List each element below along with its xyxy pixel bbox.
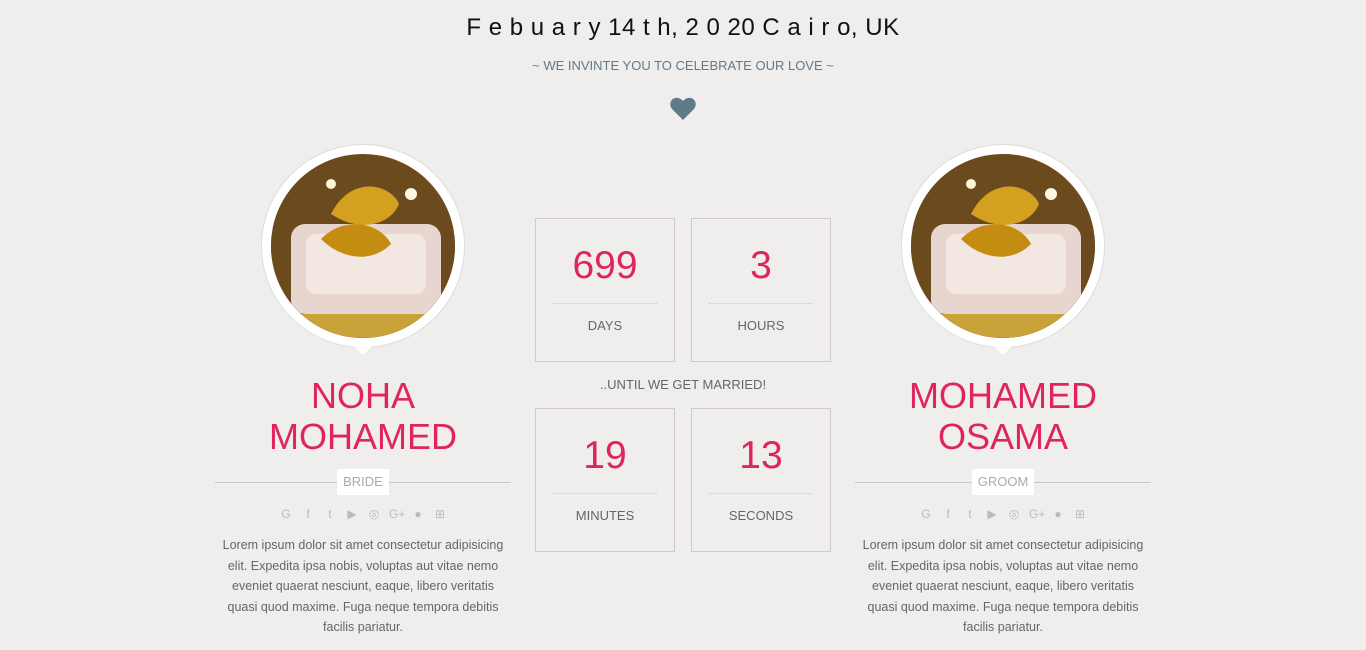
days-label: DAYS	[587, 318, 623, 333]
twitter-icon[interactable]: t	[963, 507, 977, 521]
facebook-icon[interactable]: f	[941, 507, 955, 521]
instagram-icon[interactable]: ◎	[1007, 507, 1021, 521]
messenger-icon[interactable]: ●	[1051, 507, 1065, 521]
youtube-icon[interactable]: ▶	[345, 507, 359, 521]
until-text: ..UNTIL WE GET MARRIED!	[599, 377, 767, 392]
google-icon[interactable]: G	[919, 507, 933, 521]
groom-photo-frame	[902, 145, 1104, 355]
youtube-icon[interactable]: ▶	[985, 507, 999, 521]
share-icon[interactable]: ⊞	[433, 507, 447, 521]
groom-name-last: OSAMA	[937, 416, 1069, 457]
bride-card: NOHA MOHAMED BRIDE Gf t ▶ ◎ G+ ● ⊞ Lorem ipsum…	[215, 145, 511, 638]
countdown-seconds: 13 SECONDS	[691, 408, 831, 552]
seconds-value: 13	[739, 434, 783, 477]
groom-name-first: MOHAMED	[909, 375, 1097, 416]
countdown-minutes: 19 MINUTES	[535, 408, 675, 552]
google-plus-icon[interactable]: G+	[1029, 507, 1045, 521]
instagram-icon[interactable]: ◎	[367, 507, 381, 521]
google-plus-icon[interactable]: G+	[389, 507, 405, 521]
bride-photo-frame	[262, 145, 464, 355]
days-value: 699	[572, 244, 638, 287]
countdown-hours: 3 HOURS	[691, 218, 831, 362]
facebook-icon[interactable]: f	[301, 507, 315, 521]
messenger-icon[interactable]: ●	[411, 507, 425, 521]
bride-social-links: Gf t ▶ ◎ G+ ● ⊞	[215, 505, 511, 521]
groom-card: MOHAMED OSAMA GROOM Gf t ▶ ◎ G+ ● ⊞ Lorem ipsu…	[855, 145, 1151, 638]
groom-social-links: Gf t ▶ ◎ G+ ● ⊞	[855, 505, 1151, 521]
bride-photo	[271, 154, 455, 338]
google-icon[interactable]: G	[279, 507, 293, 521]
bride-role-badge: BRIDE	[337, 469, 389, 495]
hours-value: 3	[750, 244, 772, 287]
page-title: F e b u a r y 14 t h, 2 0 20 C a i r o, …	[466, 14, 900, 41]
minutes-label: MINUTES	[575, 508, 635, 523]
minutes-value: 19	[583, 434, 627, 477]
groom-bio: Lorem ipsum dolor sit amet consectetur a…	[862, 538, 1144, 634]
groom-photo	[911, 154, 1095, 338]
hours-label: HOURS	[737, 318, 785, 333]
page-subtitle: ~ WE INVINTE YOU TO CELEBRATE OUR LOVE ~	[532, 58, 834, 73]
seconds-label: SECONDS	[728, 508, 794, 523]
bride-name-last: MOHAMED	[269, 416, 457, 457]
twitter-icon[interactable]: t	[323, 507, 337, 521]
bride-name-first: NOHA	[310, 375, 415, 416]
groom-role-badge: GROOM	[971, 469, 1035, 495]
countdown-days: 699 DAYS	[535, 218, 675, 362]
heart-icon	[670, 97, 696, 120]
share-icon[interactable]: ⊞	[1073, 507, 1087, 521]
bride-bio: Lorem ipsum dolor sit amet consectetur a…	[222, 538, 504, 634]
